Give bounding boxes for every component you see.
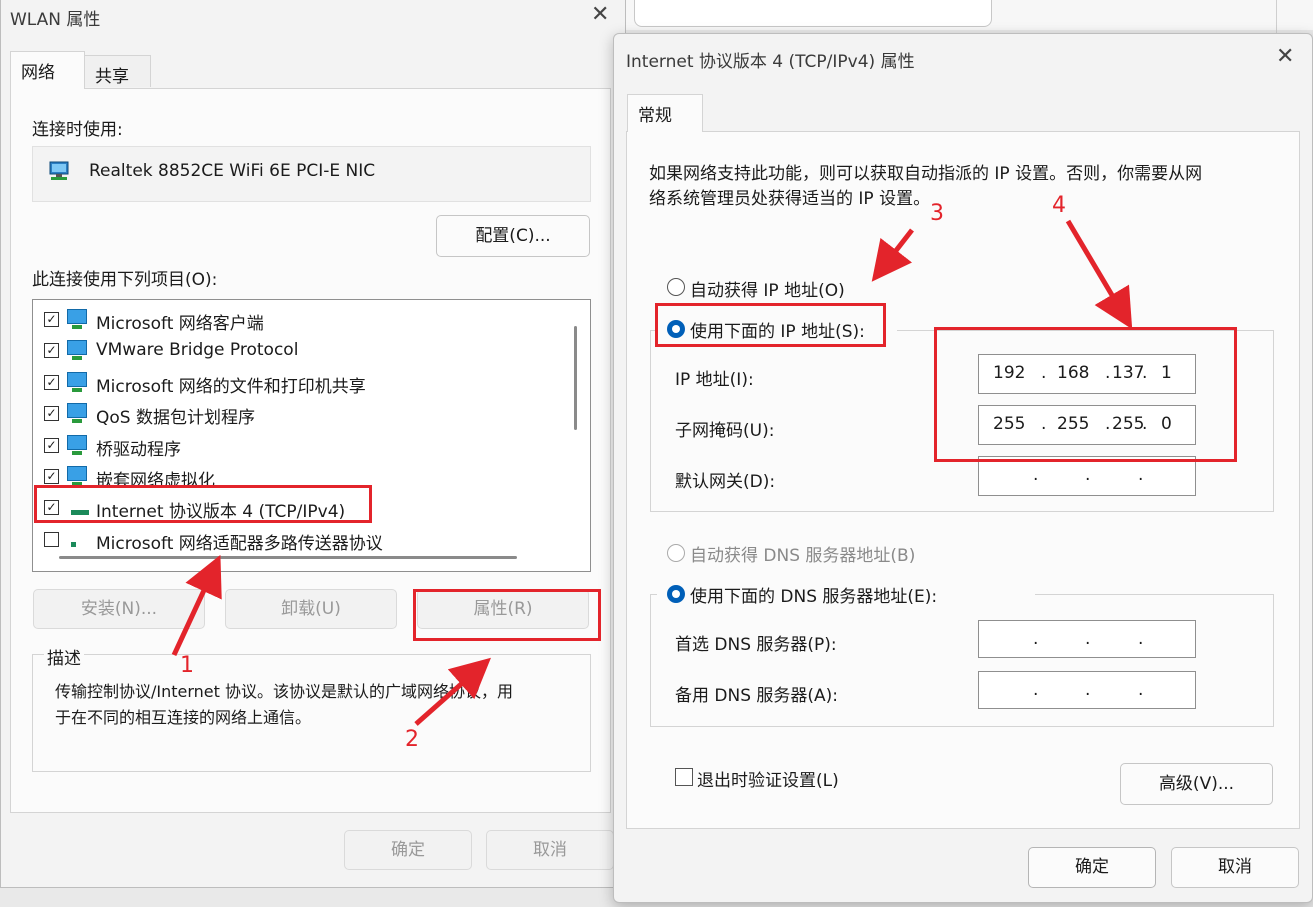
annotation-number-2: 2 (405, 727, 419, 752)
arrow-3 (871, 228, 914, 282)
tab-network[interactable]: 网络 (10, 51, 85, 89)
tab-general[interactable]: 常规 (627, 94, 703, 132)
tab-general-label: 常规 (638, 106, 672, 126)
annotation-number-1: 1 (180, 653, 194, 678)
arrow-2 (414, 657, 491, 726)
annotation-number-3: 3 (930, 201, 944, 226)
arrow-4 (1065, 219, 1133, 330)
arrow-1 (171, 554, 222, 657)
annotation-number-4: 4 (1052, 193, 1066, 218)
tab-network-label: 网络 (21, 63, 55, 83)
annotation-arrows (171, 219, 1133, 726)
